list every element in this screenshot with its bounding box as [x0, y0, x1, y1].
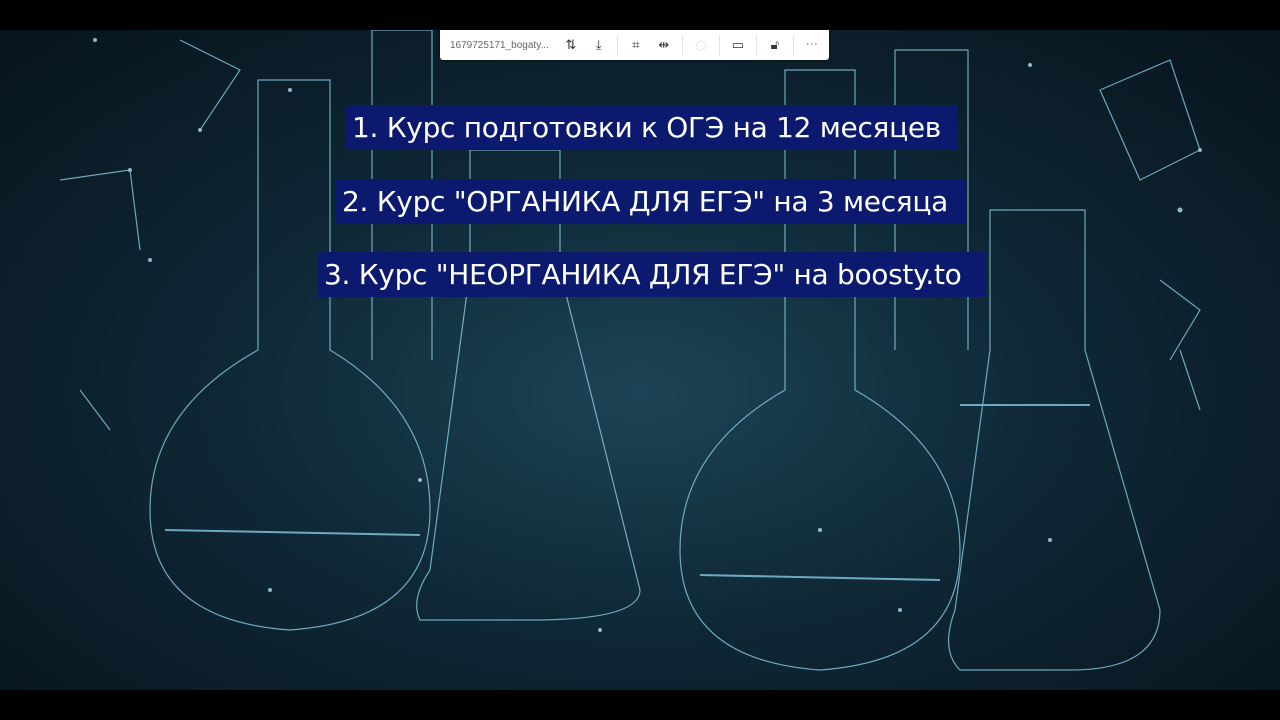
divider — [718, 35, 720, 55]
file-name: 1679725171_bogaty... — [450, 39, 549, 51]
course-line-1: 1. Курс подготовки к ОГЭ на 12 месяцев — [346, 105, 958, 150]
divider — [755, 35, 757, 55]
unlock-icon[interactable]: 🔓︎ — [761, 30, 789, 60]
loading-icon: ◌ — [695, 37, 707, 53]
resize-icon[interactable]: ⇹ — [650, 30, 678, 60]
comment-icon[interactable]: ▭ — [724, 30, 752, 60]
divider — [681, 35, 683, 55]
download-icon[interactable]: ⤓ — [585, 30, 613, 60]
course-line-2: 2. Курс "ОРГАНИКА ДЛЯ ЕГЭ" на 3 месяца — [336, 179, 966, 224]
divider — [616, 35, 618, 55]
image-viewer-toolbar: 1679725171_bogaty... ⇅ ⤓ ⌗ ⇹ ◌ ▭ 🔓︎ ··· — [440, 30, 829, 60]
crop-icon[interactable]: ⌗ — [622, 30, 650, 60]
more-icon[interactable]: ··· — [798, 30, 826, 60]
rotate-icon[interactable]: ⇅ — [557, 30, 585, 60]
course-line-3: 3. Курс "НЕОРГАНИКА ДЛЯ ЕГЭ" на boosty.t… — [318, 252, 986, 297]
divider — [792, 35, 794, 55]
